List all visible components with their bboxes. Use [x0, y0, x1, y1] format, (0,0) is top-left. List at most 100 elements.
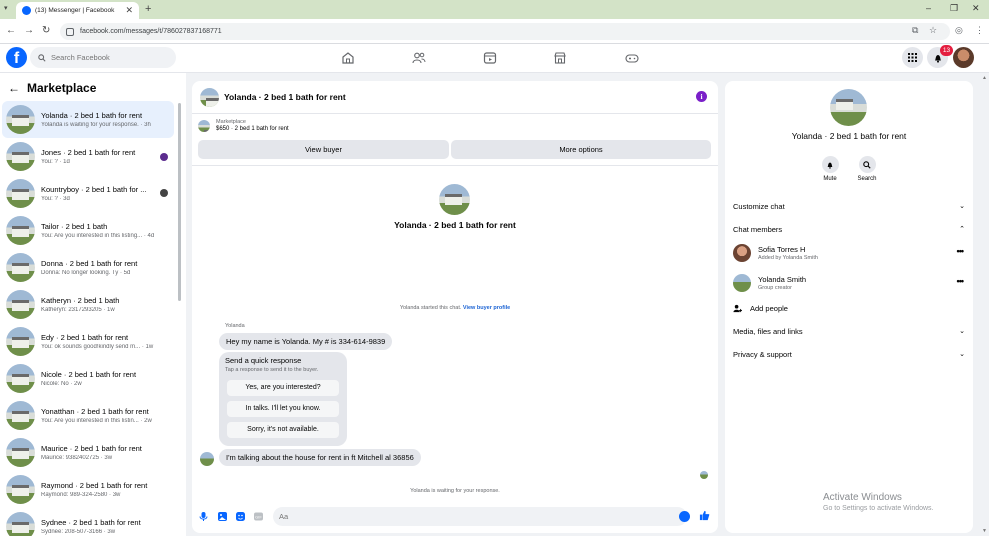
browser-tab[interactable]: (13) Messenger | Facebook ✕: [16, 2, 139, 19]
conversation-name: Kountryboy · 2 bed 1 bath for ...: [41, 185, 147, 194]
add-people-row[interactable]: Add people: [733, 301, 965, 315]
member-name: Yolanda Smith: [758, 275, 807, 284]
tab-search-icon[interactable]: ▾: [4, 4, 13, 13]
message-bubble: I'm talking about the house for rent in …: [219, 449, 421, 466]
close-window-icon[interactable]: ✕: [972, 3, 980, 14]
marketplace-icon[interactable]: [553, 51, 567, 65]
conversation-preview: Nicole: No · 2w: [41, 381, 82, 387]
sidebar-header: ← Marketplace: [8, 81, 96, 95]
back-arrow-icon[interactable]: ←: [8, 81, 20, 95]
scroll-up-icon[interactable]: ▲: [982, 75, 987, 81]
account-avatar[interactable]: [953, 47, 974, 68]
listing-thumbnail: [198, 119, 210, 132]
bookmark-star-icon[interactable]: ☆: [929, 25, 937, 36]
conversation-item[interactable]: Raymond · 2 bed 1 bath for rent Raymond: …: [2, 471, 174, 508]
reload-icon[interactable]: ↻: [42, 25, 50, 36]
info-icon[interactable]: i: [696, 91, 707, 102]
conversation-item[interactable]: Maurice · 2 bed 1 bath for rent Maurice: …: [2, 434, 174, 471]
browser-menu-icon[interactable]: ⋮: [975, 25, 984, 36]
restore-icon[interactable]: ❐: [950, 3, 958, 14]
gaming-icon[interactable]: [625, 51, 639, 65]
cast-icon[interactable]: ⧉: [912, 25, 918, 36]
chat-thumbnail[interactable]: [200, 87, 219, 107]
privacy-support-row[interactable]: Privacy & support ⌄: [733, 347, 965, 361]
sender-name: Yolanda: [225, 323, 245, 329]
forward-icon[interactable]: →: [24, 25, 34, 36]
close-tab-icon[interactable]: ✕: [125, 5, 133, 16]
more-options-button[interactable]: More options: [451, 140, 711, 159]
chat-header: Yolanda · 2 bed 1 bath for rent i: [192, 81, 718, 114]
listing-thumbnail: [6, 253, 35, 282]
conversation-item[interactable]: Jones · 2 bed 1 bath for rent You: ? · 1d: [2, 138, 174, 175]
back-icon[interactable]: ←: [6, 25, 16, 36]
conversation-item[interactable]: Yolanda · 2 bed 1 bath for rent Yolanda i…: [2, 101, 174, 138]
listing-thumbnail: [6, 512, 35, 536]
microphone-icon[interactable]: [198, 511, 209, 522]
listing-thumbnail: [6, 364, 35, 393]
url-text: facebook.com/messages/t/786027837168771: [80, 28, 222, 35]
photo-icon[interactable]: [217, 511, 228, 522]
new-tab-icon[interactable]: +: [145, 3, 151, 15]
member-item[interactable]: Sofia Torres H Added by Yolanda Smith ••…: [733, 242, 965, 264]
quick-reply-button[interactable]: In talks. I'll let you know.: [227, 401, 339, 417]
quick-reply-button[interactable]: Sorry, it's not available.: [227, 422, 339, 438]
conversation-name: Jones · 2 bed 1 bath for rent: [41, 148, 136, 157]
sticker-icon[interactable]: [235, 511, 246, 522]
chat-started-notice: Yolanda started this chat. View buyer pr…: [192, 305, 718, 311]
conversation-preview: Sydnee: 208-507-3166 · 3w: [41, 529, 116, 535]
listing-thumbnail: [6, 142, 35, 171]
message-input[interactable]: [273, 507, 687, 526]
conversation-item[interactable]: Edy · 2 bed 1 bath for rent You: ok sound…: [2, 323, 174, 360]
conversation-item[interactable]: Donna · 2 bed 1 bath for rent Donna: No l…: [2, 249, 174, 286]
search-input[interactable]: [51, 53, 161, 62]
conversation-item[interactable]: Sydnee · 2 bed 1 bath for rent Sydnee: 20…: [2, 508, 174, 536]
menu-grid-button[interactable]: [902, 47, 923, 68]
member-item[interactable]: Yolanda Smith Group creator •••: [733, 272, 965, 294]
read-receipt-avatar: [160, 153, 168, 161]
conversation-preview: Katheryn: 2317293205 · 1w: [41, 307, 115, 313]
profile-icon[interactable]: ◎: [955, 25, 963, 36]
sidebar-scrollbar[interactable]: [178, 103, 181, 301]
view-buyer-profile-link[interactable]: View buyer profile: [463, 305, 510, 311]
page-scrollbar[interactable]: [981, 73, 989, 536]
more-options-icon[interactable]: •••: [957, 276, 965, 286]
minimize-icon[interactable]: –: [926, 3, 931, 13]
facebook-header: f 13: [0, 44, 989, 73]
search-button[interactable]: Search: [850, 156, 884, 182]
gif-icon[interactable]: GIF: [253, 511, 264, 522]
chat-title[interactable]: Yolanda · 2 bed 1 bath for rent: [224, 92, 346, 102]
video-icon[interactable]: [483, 51, 497, 65]
search-icon: [38, 53, 46, 62]
thumbs-up-icon[interactable]: [699, 510, 710, 521]
scroll-down-icon[interactable]: ▼: [982, 528, 987, 534]
quick-reply-button[interactable]: Yes, are you interested?: [227, 380, 339, 396]
conversation-item[interactable]: Tailor · 2 bed 1 bath You: Are you intere…: [2, 212, 174, 249]
listing-thumbnail: [6, 475, 35, 504]
privacy-support-label: Privacy & support: [733, 349, 792, 359]
mute-button[interactable]: Mute: [813, 156, 847, 182]
conversation-item[interactable]: Kountryboy · 2 bed 1 bath for ... You: ? …: [2, 175, 174, 212]
friends-icon[interactable]: [412, 51, 426, 65]
facebook-logo-icon[interactable]: f: [6, 47, 27, 68]
search-box[interactable]: [30, 47, 176, 68]
home-icon[interactable]: [341, 51, 355, 65]
waiting-notice: Yolanda is waiting for your response.: [410, 488, 500, 494]
url-field[interactable]: facebook.com/messages/t/786027837168771: [60, 23, 950, 40]
quick-response-card: Send a quick response Tap a response to …: [219, 352, 347, 446]
conversation-preview: You: ok sounds good!kindly send m... · 1…: [41, 344, 154, 350]
listing-summary[interactable]: Marketplace $650 · 2 bed 1 bath for rent: [198, 119, 289, 132]
site-settings-icon[interactable]: [66, 27, 74, 36]
chat-info-panel: Yolanda · 2 bed 1 bath for rent Mute Sea…: [725, 81, 973, 533]
view-buyer-button[interactable]: View buyer: [198, 140, 449, 159]
member-role: Group creator: [758, 285, 792, 291]
media-files-row[interactable]: Media, files and links ⌄: [733, 324, 965, 338]
conversation-item[interactable]: Katheryn · 2 bed 1 bath Katheryn: 2317293…: [2, 286, 174, 323]
chat-members-row[interactable]: Chat members ⌃: [733, 222, 965, 236]
more-options-icon[interactable]: •••: [957, 246, 965, 256]
conversation-name: Nicole · 2 bed 1 bath for rent: [41, 370, 137, 379]
emoji-icon[interactable]: [679, 511, 690, 522]
add-person-icon: [733, 304, 742, 312]
conversation-item[interactable]: Nicole · 2 bed 1 bath for rent Nicole: No…: [2, 360, 174, 397]
customize-chat-row[interactable]: Customize chat ⌄: [733, 199, 965, 213]
conversation-item[interactable]: Yonatthan · 2 bed 1 bath for rent You: Ar…: [2, 397, 174, 434]
